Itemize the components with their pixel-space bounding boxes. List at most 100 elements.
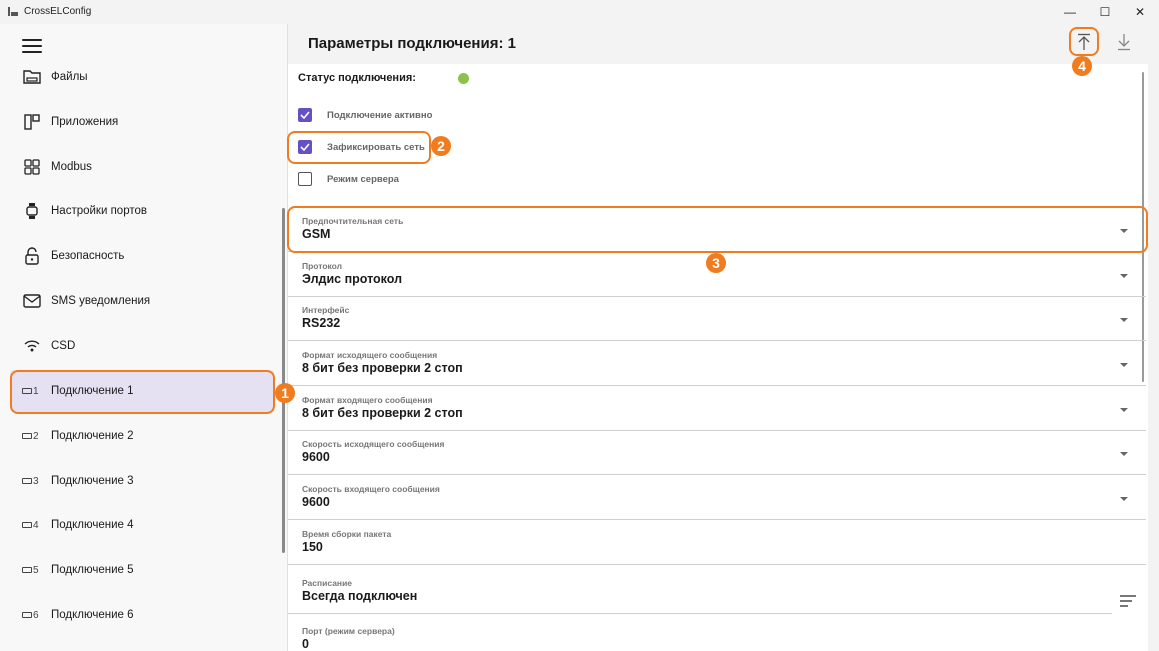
sidebar-item-label: Подключение 2 bbox=[51, 430, 134, 442]
folder-icon bbox=[22, 67, 42, 87]
checkbox-label: Подключение активно bbox=[327, 109, 433, 121]
sidebar-item-label: SMS уведомления bbox=[51, 295, 151, 307]
field-label: Скорость исходящего сообщения bbox=[302, 439, 445, 449]
status-indicator-dot bbox=[458, 73, 469, 84]
annotation-badge-1: 1 bbox=[275, 383, 295, 403]
sidebar-item[interactable]: 3 Подключение 3 bbox=[10, 460, 274, 502]
field-label: Формат входящего сообщения bbox=[302, 395, 433, 405]
annotation-badge-2: 2 bbox=[431, 136, 451, 156]
field-value[interactable]: 150 bbox=[302, 540, 323, 554]
annotation-badge-3: 3 bbox=[706, 253, 726, 273]
page-title: Параметры подключения: 1 bbox=[308, 35, 516, 52]
sidebar-item[interactable]: Приложения bbox=[10, 101, 274, 143]
title-bar: CrossELConfig — ☐ ✕ bbox=[0, 0, 1159, 24]
download-icon bbox=[1118, 34, 1130, 51]
dropdown-field[interactable]: Формат исходящего сообщения 8 бит без про… bbox=[288, 342, 1146, 386]
schedule-list-icon[interactable] bbox=[1120, 595, 1136, 609]
checkbox-label: Режим сервера bbox=[327, 173, 399, 185]
connection-icon: 3 bbox=[22, 476, 39, 487]
sidebar-item[interactable]: Файлы bbox=[10, 56, 274, 98]
sidebar-item[interactable]: Настройки портов bbox=[10, 190, 274, 232]
sidebar-item-label: Приложения bbox=[51, 116, 119, 128]
check-icon bbox=[300, 111, 310, 119]
sidebar-item-label: Файлы bbox=[51, 71, 88, 83]
sidebar-item-label: Подключение 3 bbox=[51, 475, 134, 487]
field-label: Формат исходящего сообщения bbox=[302, 350, 438, 360]
chevron-down-icon[interactable] bbox=[1120, 497, 1128, 501]
sidebar-item-number: 6 bbox=[33, 609, 39, 621]
sidebar-item-label: Modbus bbox=[51, 161, 92, 173]
sidebar-item-number: 3 bbox=[33, 475, 39, 487]
sidebar-item-label: Подключение 5 bbox=[51, 564, 134, 576]
sidebar-item-label: Подключение 6 bbox=[51, 609, 134, 621]
minimize-button[interactable]: — bbox=[1050, 0, 1090, 24]
field-label: Время сборки пакета bbox=[302, 529, 392, 539]
sidebar-item[interactable]: SMS уведомления bbox=[10, 280, 274, 322]
app-icon bbox=[8, 7, 18, 16]
sidebar-item[interactable]: Безопасность bbox=[10, 235, 274, 277]
field-label: Порт (режим сервера) bbox=[302, 626, 395, 636]
chevron-down-icon[interactable] bbox=[1120, 274, 1128, 278]
sidebar-item[interactable]: 5 Подключение 5 bbox=[10, 549, 274, 591]
sidebar-item-number: 4 bbox=[33, 519, 39, 531]
field-value[interactable]: 9600 bbox=[302, 450, 330, 464]
field-label: Расписание bbox=[302, 578, 353, 588]
grid-icon bbox=[22, 157, 42, 177]
sidebar-item[interactable]: 2 Подключение 2 bbox=[10, 415, 274, 457]
field-value[interactable]: 0 bbox=[302, 637, 309, 651]
field-value[interactable]: 8 бит без проверки 2 стоп bbox=[302, 361, 463, 375]
chevron-down-icon[interactable] bbox=[1120, 363, 1128, 367]
maximize-button[interactable]: ☐ bbox=[1085, 0, 1125, 24]
field-value[interactable]: 9600 bbox=[302, 495, 330, 509]
download-button[interactable] bbox=[1111, 30, 1137, 54]
dropdown-field[interactable]: Скорость входящего сообщения 9600 bbox=[288, 476, 1146, 520]
highlight-preferred-network bbox=[287, 206, 1148, 253]
annotation-badge-4: 4 bbox=[1072, 56, 1092, 76]
checkbox-box[interactable] bbox=[298, 172, 312, 186]
unlock-icon bbox=[22, 246, 42, 266]
sidebar-item-number: 5 bbox=[33, 564, 39, 576]
field-value[interactable]: Элдис протокол bbox=[302, 272, 402, 286]
checkbox-box[interactable] bbox=[298, 108, 312, 122]
connection-icon: 4 bbox=[22, 520, 39, 531]
chevron-down-icon[interactable] bbox=[1120, 408, 1128, 412]
connection-icon: 6 bbox=[22, 610, 39, 621]
text-field[interactable]: Время сборки пакета 150 bbox=[288, 521, 1146, 565]
checkbox-connection-active[interactable]: Подключение активно bbox=[298, 107, 432, 123]
sidebar-item[interactable]: 4 Подключение 4 bbox=[10, 504, 274, 546]
wireless-icon bbox=[22, 336, 42, 356]
connection-icon: 2 bbox=[22, 431, 39, 442]
sidebar-item[interactable]: CSD bbox=[10, 325, 274, 367]
sidebar-item-label: CSD bbox=[51, 340, 76, 352]
hamburger-menu-icon[interactable] bbox=[22, 39, 42, 53]
sidebar-item[interactable]: 6 Подключение 6 bbox=[10, 594, 274, 636]
sidebar-item[interactable]: Modbus bbox=[10, 146, 274, 188]
connection-icon: 5 bbox=[22, 565, 39, 576]
sidebar-scrollbar[interactable] bbox=[282, 208, 285, 553]
field-label: Скорость входящего сообщения bbox=[302, 484, 440, 494]
field-label: Интерфейс bbox=[302, 305, 350, 315]
dropdown-field[interactable]: Интерфейс RS232 bbox=[288, 297, 1146, 341]
field-value[interactable]: RS232 bbox=[302, 316, 340, 330]
sidebar-item-label: Подключение 4 bbox=[51, 519, 134, 531]
sidebar-item-number: 2 bbox=[33, 430, 39, 442]
text-field[interactable]: Порт (режим сервера) 0 bbox=[288, 618, 1146, 651]
connection-status-label: Статус подключения: bbox=[298, 72, 416, 84]
field-label: Протокол bbox=[302, 261, 343, 271]
dropdown-field[interactable]: Формат входящего сообщения 8 бит без пров… bbox=[288, 387, 1146, 431]
apps-icon bbox=[22, 112, 42, 132]
text-field[interactable]: Расписание Всегда подключен bbox=[288, 570, 1112, 614]
highlight-nav-connection-1 bbox=[10, 370, 275, 414]
watch-port-icon bbox=[22, 201, 42, 221]
highlight-fix-network bbox=[287, 131, 431, 164]
checkbox-server-mode[interactable]: Режим сервера bbox=[298, 171, 399, 187]
dropdown-field[interactable]: Скорость исходящего сообщения 9600 bbox=[288, 431, 1146, 475]
app-title: CrossELConfig bbox=[24, 6, 92, 17]
field-value[interactable]: Всегда подключен bbox=[302, 589, 417, 603]
mail-icon bbox=[22, 291, 42, 311]
sidebar-item-label: Настройки портов bbox=[51, 205, 147, 217]
chevron-down-icon[interactable] bbox=[1120, 452, 1128, 456]
chevron-down-icon[interactable] bbox=[1120, 318, 1128, 322]
close-button[interactable]: ✕ bbox=[1120, 0, 1159, 24]
field-value[interactable]: 8 бит без проверки 2 стоп bbox=[302, 406, 463, 420]
